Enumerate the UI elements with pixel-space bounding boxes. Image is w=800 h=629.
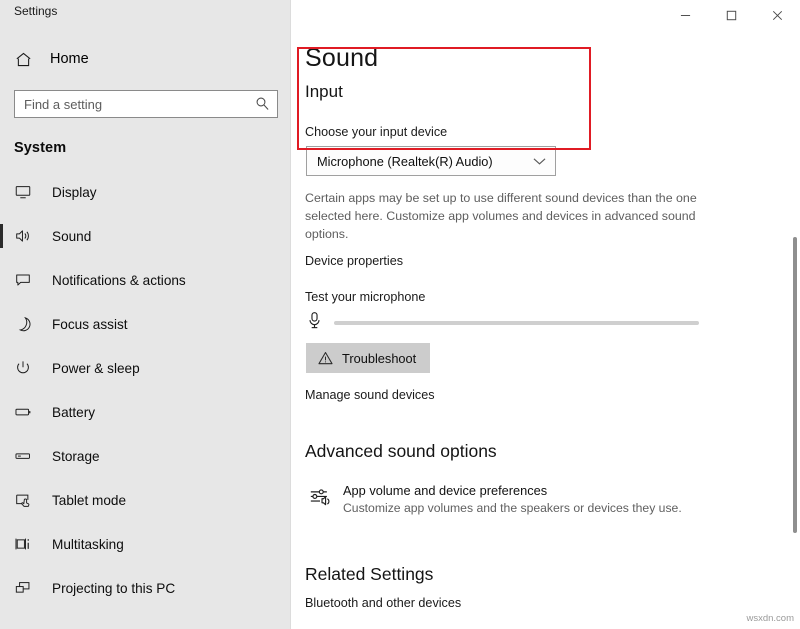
sidebar: Home System Display Sound — [0, 0, 291, 629]
close-icon — [772, 10, 783, 21]
sidebar-item-battery[interactable]: Battery — [0, 390, 291, 434]
content-pane: Sound Input Choose your input device Mic… — [291, 0, 800, 629]
troubleshoot-button[interactable]: Troubleshoot — [306, 343, 430, 373]
input-heading: Input — [305, 82, 343, 102]
close-button[interactable] — [754, 0, 800, 30]
sidebar-nav: Display Sound Notifications & actions Fo… — [0, 170, 291, 610]
device-properties-link[interactable]: Device properties — [305, 254, 403, 268]
microphone-level-slider[interactable] — [307, 311, 699, 335]
equalizer-icon — [309, 483, 343, 513]
input-description: Certain apps may be set up to use differ… — [305, 189, 717, 243]
home-icon — [14, 50, 44, 69]
power-icon — [14, 359, 44, 377]
sidebar-item-power-sleep[interactable]: Power & sleep — [0, 346, 291, 390]
sidebar-item-focus-assist[interactable]: Focus assist — [0, 302, 291, 346]
sidebar-item-label: Multitasking — [52, 537, 124, 552]
page-title: Sound — [305, 44, 378, 73]
sidebar-item-projecting[interactable]: Projecting to this PC — [0, 566, 291, 610]
sidebar-item-label: Battery — [52, 405, 95, 420]
tablet-icon — [14, 491, 44, 509]
sidebar-item-home[interactable]: Home — [0, 42, 291, 76]
settings-window: Home System Display Sound — [0, 0, 800, 629]
sidebar-item-storage[interactable]: Storage — [0, 434, 291, 478]
advanced-sound-options-heading: Advanced sound options — [305, 441, 497, 462]
app-volume-subtitle: Customize app volumes and the speakers o… — [343, 501, 682, 515]
sidebar-item-tablet-mode[interactable]: Tablet mode — [0, 478, 291, 522]
sidebar-item-label: Display — [52, 185, 97, 200]
manage-sound-devices-link[interactable]: Manage sound devices — [305, 388, 435, 402]
sidebar-group-title: System — [14, 140, 291, 156]
projecting-icon — [14, 579, 44, 597]
chevron-down-icon — [533, 154, 546, 169]
monitor-icon — [14, 183, 44, 201]
microphone-icon — [307, 311, 322, 335]
app-volume-preferences-item[interactable]: App volume and device preferences Custom… — [309, 483, 709, 515]
sidebar-item-display[interactable]: Display — [0, 170, 291, 214]
sidebar-item-label: Sound — [52, 229, 91, 244]
sidebar-item-label: Power & sleep — [52, 361, 140, 376]
notification-icon — [14, 271, 44, 289]
search-box[interactable] — [14, 90, 278, 118]
sidebar-item-notifications[interactable]: Notifications & actions — [0, 258, 291, 302]
bluetooth-and-other-devices-link[interactable]: Bluetooth and other devices — [305, 596, 461, 610]
window-controls — [662, 0, 800, 30]
choose-input-device-label: Choose your input device — [305, 125, 447, 139]
microphone-level-track[interactable] — [334, 321, 699, 325]
sidebar-home-label: Home — [50, 51, 89, 67]
input-device-dropdown[interactable]: Microphone (Realtek(R) Audio) — [306, 146, 556, 176]
speaker-icon — [14, 227, 44, 245]
window-title: Settings — [14, 4, 57, 18]
battery-icon — [14, 403, 44, 421]
sidebar-item-label: Tablet mode — [52, 493, 126, 508]
search-icon[interactable] — [255, 96, 270, 116]
related-settings-heading: Related Settings — [305, 564, 433, 585]
warning-icon — [318, 351, 333, 365]
sidebar-item-label: Storage — [52, 449, 100, 464]
multitasking-icon — [14, 535, 44, 553]
minimize-icon — [680, 10, 691, 21]
minimize-button[interactable] — [662, 0, 708, 30]
sidebar-item-label: Projecting to this PC — [52, 581, 175, 596]
content-scrollbar[interactable] — [793, 237, 797, 533]
sidebar-item-multitasking[interactable]: Multitasking — [0, 522, 291, 566]
search-input[interactable] — [15, 91, 277, 117]
app-volume-title: App volume and device preferences — [343, 483, 682, 498]
sidebar-item-label: Focus assist — [52, 317, 128, 332]
sidebar-item-sound[interactable]: Sound — [0, 214, 291, 258]
maximize-button[interactable] — [708, 0, 754, 30]
maximize-icon — [726, 10, 737, 21]
storage-icon — [14, 447, 44, 465]
test-microphone-label: Test your microphone — [305, 290, 425, 304]
moon-icon — [14, 315, 44, 333]
input-device-value: Microphone (Realtek(R) Audio) — [317, 154, 493, 169]
sidebar-item-label: Notifications & actions — [52, 273, 186, 288]
troubleshoot-label: Troubleshoot — [342, 351, 416, 366]
watermark: wsxdn.com — [746, 613, 794, 624]
